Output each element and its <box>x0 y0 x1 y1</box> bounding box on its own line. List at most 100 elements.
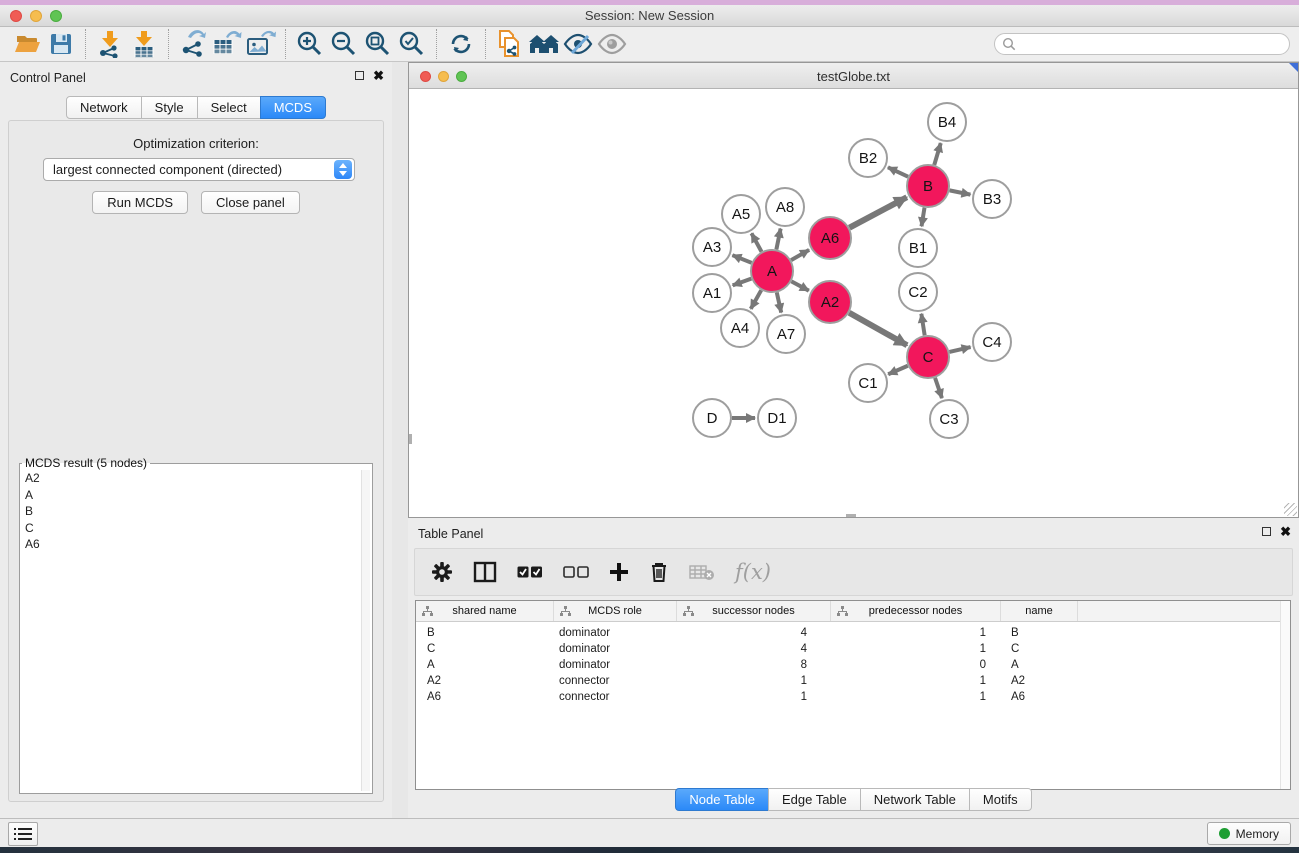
show-column-icon[interactable] <box>473 561 497 583</box>
graph-edge-A-A8[interactable] <box>776 229 780 250</box>
tab-select[interactable]: Select <box>197 96 261 119</box>
function-builder-icon[interactable]: f(x) <box>735 560 771 584</box>
graph-edge-A-A6[interactable] <box>791 250 809 260</box>
table-row[interactable]: Adominator80A <box>416 657 1290 673</box>
graph-node-A6[interactable]: A6 <box>809 217 851 259</box>
graph-node-B[interactable]: B <box>907 165 949 207</box>
graph-edge-C-C4[interactable] <box>949 347 970 352</box>
column-header-MCDS-role[interactable]: MCDS role <box>554 601 677 621</box>
select-all-icon[interactable] <box>517 565 543 579</box>
table-row[interactable]: Bdominator41B <box>416 625 1290 641</box>
graph-node-B2[interactable]: B2 <box>849 139 887 177</box>
graph-edge-A-A4[interactable] <box>751 290 761 309</box>
graph-edge-C-C3[interactable] <box>935 378 942 398</box>
table-scrollbar[interactable] <box>1280 601 1290 789</box>
graph-edge-A-A1[interactable] <box>733 279 752 286</box>
duplicate-network-icon[interactable] <box>493 29 527 59</box>
canvas-vertical-scroll-mark[interactable] <box>409 434 412 444</box>
import-network-icon[interactable] <box>93 29 127 59</box>
graph-node-A[interactable]: A <box>751 250 793 292</box>
graph-node-B1[interactable]: B1 <box>899 229 937 267</box>
open-session-icon[interactable] <box>10 29 44 59</box>
graph-edge-A6-B[interactable] <box>849 197 906 227</box>
memory-button[interactable]: Memory <box>1207 822 1291 845</box>
graph-node-A4[interactable]: A4 <box>721 309 759 347</box>
optimization-criterion-dropdown[interactable]: largest connected component (directed) <box>43 158 355 181</box>
show-graphics-details-icon[interactable] <box>595 29 629 59</box>
close-panel-button[interactable]: Close panel <box>201 191 300 214</box>
tab-style[interactable]: Style <box>141 96 198 119</box>
export-table-icon[interactable] <box>210 29 244 59</box>
close-panel-icon[interactable]: ✖ <box>373 71 384 80</box>
graph-node-B4[interactable]: B4 <box>928 103 966 141</box>
mcds-result-item[interactable]: C <box>22 520 360 537</box>
graph-edge-A2-C[interactable] <box>849 313 907 345</box>
result-scrollbar[interactable] <box>361 470 370 791</box>
table-settings-gear-icon[interactable] <box>431 561 453 583</box>
tab-node-table[interactable]: Node Table <box>675 788 769 811</box>
apply-layout-icon[interactable] <box>444 29 478 59</box>
graph-node-A7[interactable]: A7 <box>767 315 805 353</box>
graph-edge-A-A2[interactable] <box>791 281 808 290</box>
mcds-result-item[interactable]: A <box>22 487 360 504</box>
tab-mcds[interactable]: MCDS <box>260 96 326 119</box>
graph-node-C3[interactable]: C3 <box>930 400 968 438</box>
float-table-panel-icon[interactable] <box>1262 527 1271 536</box>
zoom-fit-icon[interactable] <box>361 29 395 59</box>
zoom-out-icon[interactable] <box>327 29 361 59</box>
graph-node-D[interactable]: D <box>693 399 731 437</box>
tab-network-table[interactable]: Network Table <box>860 788 970 811</box>
run-mcds-button[interactable]: Run MCDS <box>92 191 188 214</box>
mcds-result-item[interactable]: B <box>22 503 360 520</box>
mcds-result-item[interactable]: A2 <box>22 470 360 487</box>
column-header-successor-nodes[interactable]: successor nodes <box>677 601 831 621</box>
mcds-result-list[interactable]: A2ABCA6 <box>22 470 360 791</box>
graph-node-C2[interactable]: C2 <box>899 273 937 311</box>
graph-edge-A-A7[interactable] <box>777 292 781 312</box>
resize-grip[interactable] <box>1284 503 1297 516</box>
graph-node-C1[interactable]: C1 <box>849 364 887 402</box>
graph-node-A1[interactable]: A1 <box>693 274 731 312</box>
graph-edge-C-C1[interactable] <box>888 366 908 375</box>
graph-node-C[interactable]: C <box>907 336 949 378</box>
delete-table-icon[interactable] <box>689 563 715 581</box>
graph-edge-C-C2[interactable] <box>921 314 924 336</box>
show-task-history-button[interactable] <box>8 822 38 846</box>
close-table-panel-icon[interactable]: ✖ <box>1280 527 1291 536</box>
graph-node-A8[interactable]: A8 <box>766 188 804 226</box>
float-panel-icon[interactable] <box>355 71 364 80</box>
tab-motifs[interactable]: Motifs <box>969 788 1032 811</box>
column-header-shared-name[interactable]: shared name <box>416 601 554 621</box>
graph-edge-B-B1[interactable] <box>922 208 925 227</box>
canvas-horizontal-scroll-mark[interactable] <box>846 514 856 517</box>
export-network-icon[interactable] <box>176 29 210 59</box>
table-row[interactable]: Cdominator41C <box>416 641 1290 657</box>
table-row[interactable]: A2connector11A2 <box>416 673 1290 689</box>
import-table-icon[interactable] <box>127 29 161 59</box>
graph-node-D1[interactable]: D1 <box>758 399 796 437</box>
zoom-in-icon[interactable] <box>293 29 327 59</box>
graph-edge-A-A5[interactable] <box>752 233 762 251</box>
graph-node-A5[interactable]: A5 <box>722 195 760 233</box>
network-canvas[interactable]: B4B2BB3A5A8A6A3B1AA1C2A2A4A7C4CC1DD1C3 <box>409 89 1298 517</box>
tab-edge-table[interactable]: Edge Table <box>768 788 861 811</box>
deselect-all-icon[interactable] <box>563 565 589 579</box>
hide-graphics-details-icon[interactable] <box>561 29 595 59</box>
export-image-icon[interactable] <box>244 29 278 59</box>
save-session-icon[interactable] <box>44 29 78 59</box>
zoom-selected-icon[interactable] <box>395 29 429 59</box>
delete-column-icon[interactable] <box>649 561 669 583</box>
graph-edge-B-B3[interactable] <box>950 190 971 194</box>
table-row[interactable]: A6connector11A6 <box>416 689 1290 705</box>
tab-network[interactable]: Network <box>66 96 142 119</box>
mcds-result-item[interactable]: A6 <box>22 536 360 553</box>
search-input[interactable] <box>1016 35 1289 53</box>
home-icon[interactable] <box>527 29 561 59</box>
graph-node-B3[interactable]: B3 <box>973 180 1011 218</box>
graph-node-A2[interactable]: A2 <box>809 281 851 323</box>
graph-edge-B-B4[interactable] <box>934 143 940 165</box>
create-column-icon[interactable] <box>609 562 629 582</box>
graph-edge-B-B2[interactable] <box>888 167 908 176</box>
graph-edge-A-A3[interactable] <box>732 255 751 263</box>
graph-node-A3[interactable]: A3 <box>693 228 731 266</box>
